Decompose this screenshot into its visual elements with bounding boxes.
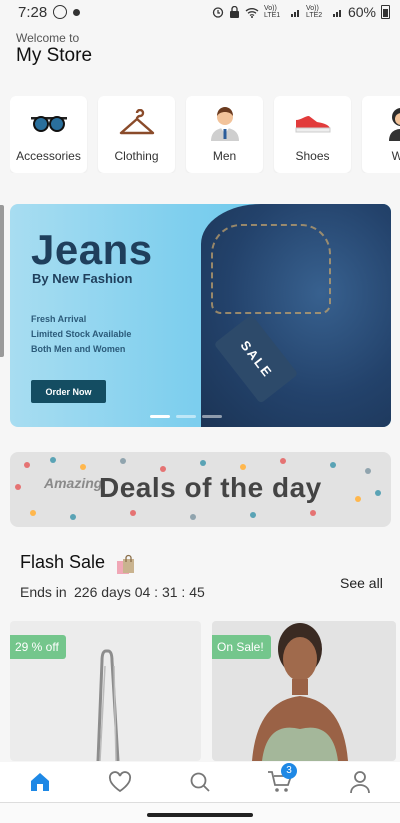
- shopping-bag-icon: [117, 554, 134, 574]
- flash-sale-title: Flash Sale: [20, 552, 106, 572]
- battery-icon: [381, 5, 390, 19]
- category-list: Accessories Clothing Men Shoes Wo: [10, 96, 400, 173]
- category-men[interactable]: Men: [186, 96, 263, 173]
- status-time: 7:28: [18, 3, 48, 21]
- category-label: Men: [212, 149, 237, 163]
- order-now-button[interactable]: Order Now: [31, 380, 106, 403]
- category-label: Wo: [391, 149, 400, 163]
- category-label: Accessories: [16, 149, 81, 163]
- deals-amazing: Amazing: [44, 475, 103, 491]
- lock-icon: [229, 6, 239, 18]
- signal-icon: [290, 10, 299, 17]
- countdown-timer: 226 days 04 : 31 : 45: [74, 584, 205, 600]
- gesture-handle[interactable]: [147, 813, 253, 817]
- notification-dot-icon: [73, 8, 81, 16]
- nav-home[interactable]: [25, 767, 55, 797]
- jeans-pocket: [211, 224, 331, 314]
- banner-line: Limited Stock Available: [31, 329, 132, 339]
- whatsapp-icon: [53, 5, 68, 19]
- carousel-dot[interactable]: [202, 415, 222, 418]
- banner-line: Both Men and Women: [31, 344, 126, 354]
- carousel-dot[interactable]: [150, 415, 170, 418]
- category-shoes[interactable]: Shoes: [274, 96, 351, 173]
- man-icon: [205, 105, 245, 141]
- see-all-link[interactable]: See all: [340, 575, 383, 591]
- welcome-text: Welcome to: [16, 31, 80, 45]
- cart-count-badge: 3: [281, 763, 297, 779]
- status-bar: 7:28 Vo)) LTE1 Vo)) LTE2 60%: [0, 0, 400, 24]
- user-icon: [350, 771, 370, 794]
- sale-badge: On Sale!: [212, 635, 271, 659]
- discount-badge: 29 % off: [10, 635, 66, 659]
- banner-subtitle: By New Fashion: [32, 271, 133, 286]
- search-icon: [190, 772, 210, 792]
- nav-favorites[interactable]: [105, 767, 135, 797]
- nav-search[interactable]: [185, 767, 215, 797]
- signal-icon: [332, 10, 341, 17]
- promo-banner[interactable]: Jeans By New Fashion Fresh Arrival Limit…: [10, 204, 391, 427]
- deals-banner[interactable]: Amazing Deals of the day: [10, 452, 391, 527]
- category-clothing[interactable]: Clothing: [98, 96, 175, 173]
- sunglasses-icon: [29, 105, 69, 141]
- product-card[interactable]: 29 % off: [10, 621, 201, 761]
- woman-icon: [381, 105, 400, 141]
- shoe-icon: [293, 105, 333, 141]
- nav-cart[interactable]: 3: [265, 763, 297, 797]
- category-label: Shoes: [295, 149, 330, 163]
- banner-line: Fresh Arrival: [31, 314, 87, 324]
- sim2-label: Vo)) LTE2: [305, 5, 323, 19]
- battery-percent: 60%: [347, 4, 376, 20]
- scroll-indicator: [0, 205, 4, 357]
- hanger-icon: [117, 105, 157, 141]
- banner-title: Jeans: [31, 226, 153, 273]
- carousel-dot[interactable]: [176, 415, 196, 418]
- alarm-icon: [212, 7, 224, 18]
- category-accessories[interactable]: Accessories: [10, 96, 87, 173]
- nav-profile[interactable]: [345, 767, 375, 797]
- sim1-label: Vo)) LTE1: [263, 5, 281, 19]
- store-title: My Store: [16, 45, 93, 66]
- home-icon: [31, 773, 49, 791]
- system-gesture-bar: [0, 802, 400, 823]
- bottom-nav: 3: [0, 762, 400, 802]
- sale-tag-label: SALE: [236, 337, 276, 381]
- category-label: Clothing: [114, 149, 159, 163]
- category-women[interactable]: Wo: [362, 96, 400, 173]
- ends-in-label: Ends in: [20, 584, 67, 600]
- heart-icon: [108, 771, 132, 793]
- product-card[interactable]: On Sale!: [212, 621, 396, 761]
- deals-title: Deals of the day: [99, 472, 322, 503]
- wifi-icon: [245, 7, 259, 18]
- carousel-dots: [150, 415, 222, 418]
